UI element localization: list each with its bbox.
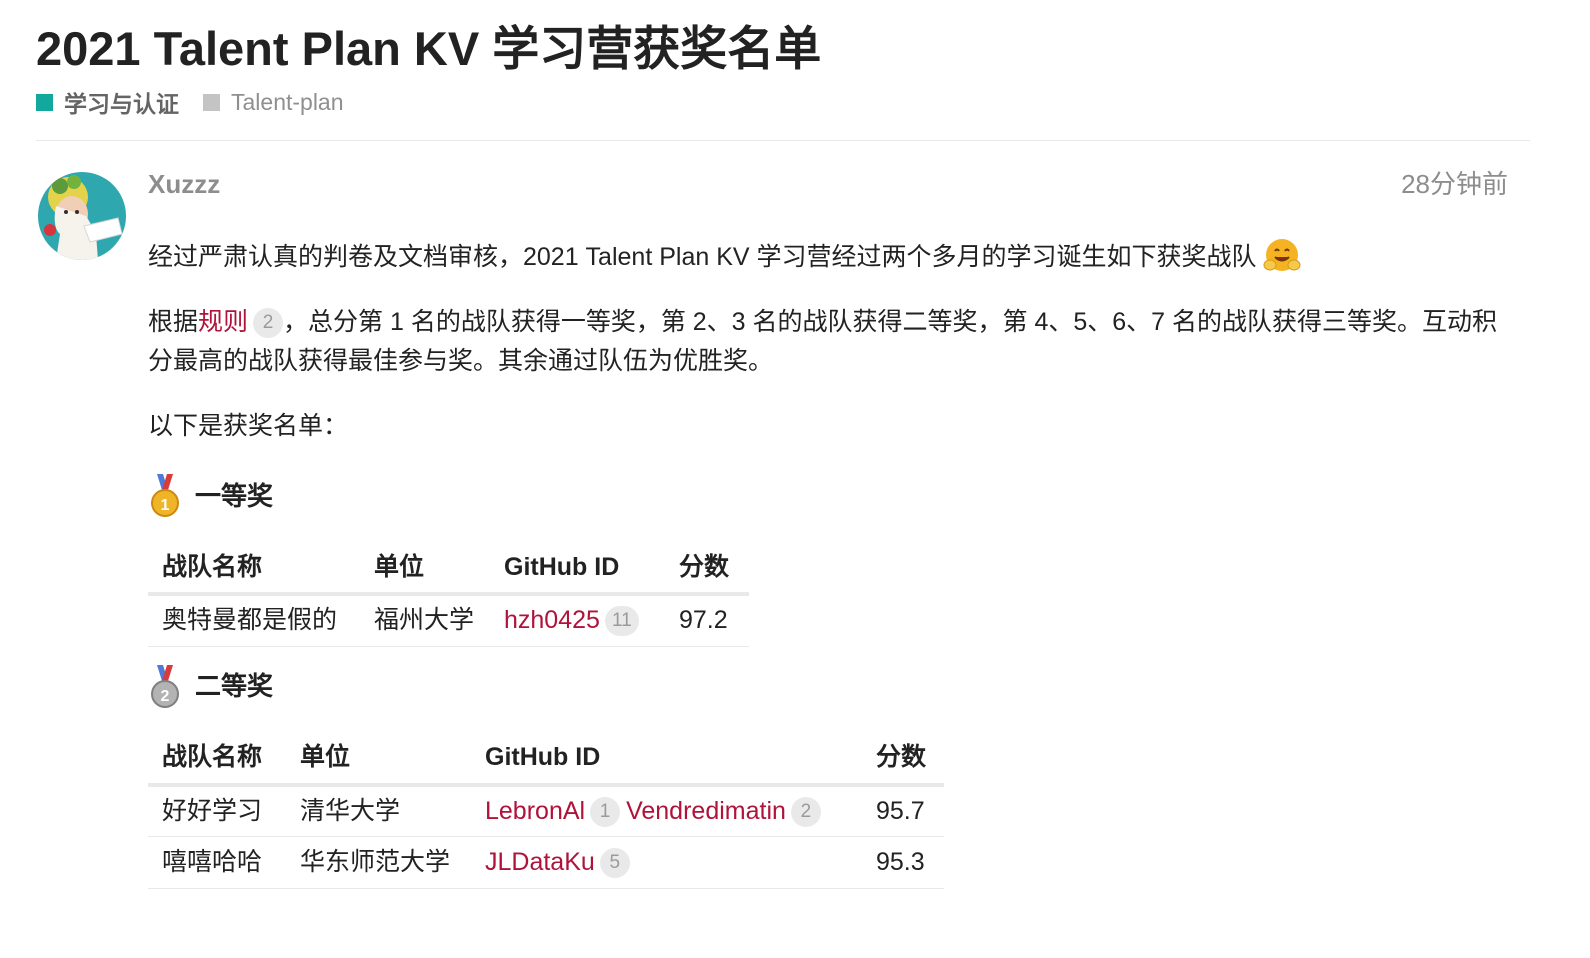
subcategory-label: Talent-plan xyxy=(231,88,344,115)
silver-medal-icon: 2 xyxy=(151,664,179,708)
rules-paragraph: 根据规则 2 ，总分第 1 名的战队获得一等奖，第 2、3 名的战队获得二等奖，第 … xyxy=(148,303,1508,381)
list-intro-paragraph: 以下是获奖名单： xyxy=(148,412,349,440)
rules-text: ，总分第 1 名的战队获得一等奖，第 2、3 名的战队获得二等奖，第 4、5、6… xyxy=(148,308,1498,375)
column-header-github: GitHub ID xyxy=(471,732,862,787)
post-author[interactable]: Xuzzz xyxy=(148,168,220,200)
github-id-link[interactable]: JLDataKu xyxy=(485,848,595,876)
prize-heading-second: 2 二等奖 xyxy=(148,663,1508,711)
link-click-count: 11 xyxy=(604,606,639,637)
team-org: 清华大学 xyxy=(286,784,471,837)
category-label: 学习与认证 xyxy=(64,91,179,117)
column-header-team: 战队名称 xyxy=(148,542,360,596)
second-prize-table: 战队名称 单位 GitHub ID 分数 好好学习 清华大学 LebronAl 1… xyxy=(148,732,944,889)
team-score: 95.7 xyxy=(862,784,944,837)
rules-click-count: 2 xyxy=(253,308,284,338)
github-id-link[interactable]: hzh0425 xyxy=(504,606,600,634)
avatar[interactable] xyxy=(38,172,126,260)
team-score: 97.2 xyxy=(665,594,749,647)
team-name: 嘻嘻哈哈 xyxy=(148,836,286,889)
table-header-row: 战队名称 单位 GitHub ID 分数 xyxy=(148,542,749,596)
title-divider xyxy=(36,140,1530,141)
prize-heading-first: 1 一等奖 xyxy=(148,472,1508,520)
table-row: 奥特曼都是假的 福州大学 hzh0425 11 97.2 xyxy=(148,594,749,647)
intro-text: 经过严肃认真的判卷及文档审核，2021 Talent Plan KV 学习营经过… xyxy=(148,243,1257,271)
svg-text:2: 2 xyxy=(161,688,170,705)
github-id-cell: JLDataKu 5 xyxy=(471,836,862,889)
svg-text:1: 1 xyxy=(161,497,170,514)
link-click-count: 5 xyxy=(599,848,630,878)
topic-title[interactable]: 2021 Talent Plan KV 学习营获奖名单 xyxy=(36,18,821,80)
link-click-count: 1 xyxy=(590,796,621,827)
hugging-face-emoji-icon xyxy=(1263,239,1300,271)
table-row: 好好学习 清华大学 LebronAl 1 Vendredimatin 2 95.7 xyxy=(148,784,944,837)
team-org: 福州大学 xyxy=(360,594,490,647)
github-id-cell: LebronAl 1 Vendredimatin 2 xyxy=(471,784,862,837)
intro-paragraph: 经过严肃认真的判卷及文档审核，2021 Talent Plan KV 学习营经过… xyxy=(148,236,1508,277)
category-link-learning[interactable]: 学习与认证 xyxy=(36,85,179,119)
column-header-org: 单位 xyxy=(360,542,490,596)
subcategory-link-talent-plan[interactable]: Talent-plan xyxy=(203,89,344,116)
github-id-cell: hzh0425 11 xyxy=(490,594,665,647)
team-score: 95.3 xyxy=(862,836,944,889)
category-breadcrumb: 学习与认证 Talent-plan xyxy=(36,86,344,118)
post-body: 经过严肃认真的判卷及文档审核，2021 Talent Plan KV 学习营经过… xyxy=(148,236,1508,905)
subcategory-color-icon xyxy=(203,93,220,111)
column-header-org: 单位 xyxy=(286,732,471,787)
table-header-row: 战队名称 单位 GitHub ID 分数 xyxy=(148,732,944,787)
github-id-link[interactable]: Vendredimatin xyxy=(626,797,786,825)
column-header-score: 分数 xyxy=(862,732,944,787)
post-date[interactable]: 28分钟前 xyxy=(1401,168,1508,200)
table-row: 嘻嘻哈哈 华东师范大学 JLDataKu 5 95.3 xyxy=(148,836,944,889)
gold-medal-icon: 1 xyxy=(151,474,179,517)
column-header-score: 分数 xyxy=(665,542,749,596)
category-color-icon xyxy=(36,93,53,111)
rules-link[interactable]: 规则 xyxy=(198,308,248,336)
github-id-link[interactable]: LebronAl xyxy=(485,797,585,825)
rules-prefix: 根据 xyxy=(148,308,199,336)
column-header-github: GitHub ID xyxy=(490,542,665,596)
first-prize-table: 战队名称 单位 GitHub ID 分数 奥特曼都是假的 福州大学 hzh042… xyxy=(148,542,749,647)
team-name: 好好学习 xyxy=(148,784,286,837)
prize-title-first: 一等奖 xyxy=(195,480,274,511)
link-click-count: 2 xyxy=(790,796,821,827)
prize-title-second: 二等奖 xyxy=(195,671,274,701)
team-org: 华东师范大学 xyxy=(286,836,471,889)
team-name: 奥特曼都是假的 xyxy=(148,594,360,647)
column-header-team: 战队名称 xyxy=(148,732,286,787)
